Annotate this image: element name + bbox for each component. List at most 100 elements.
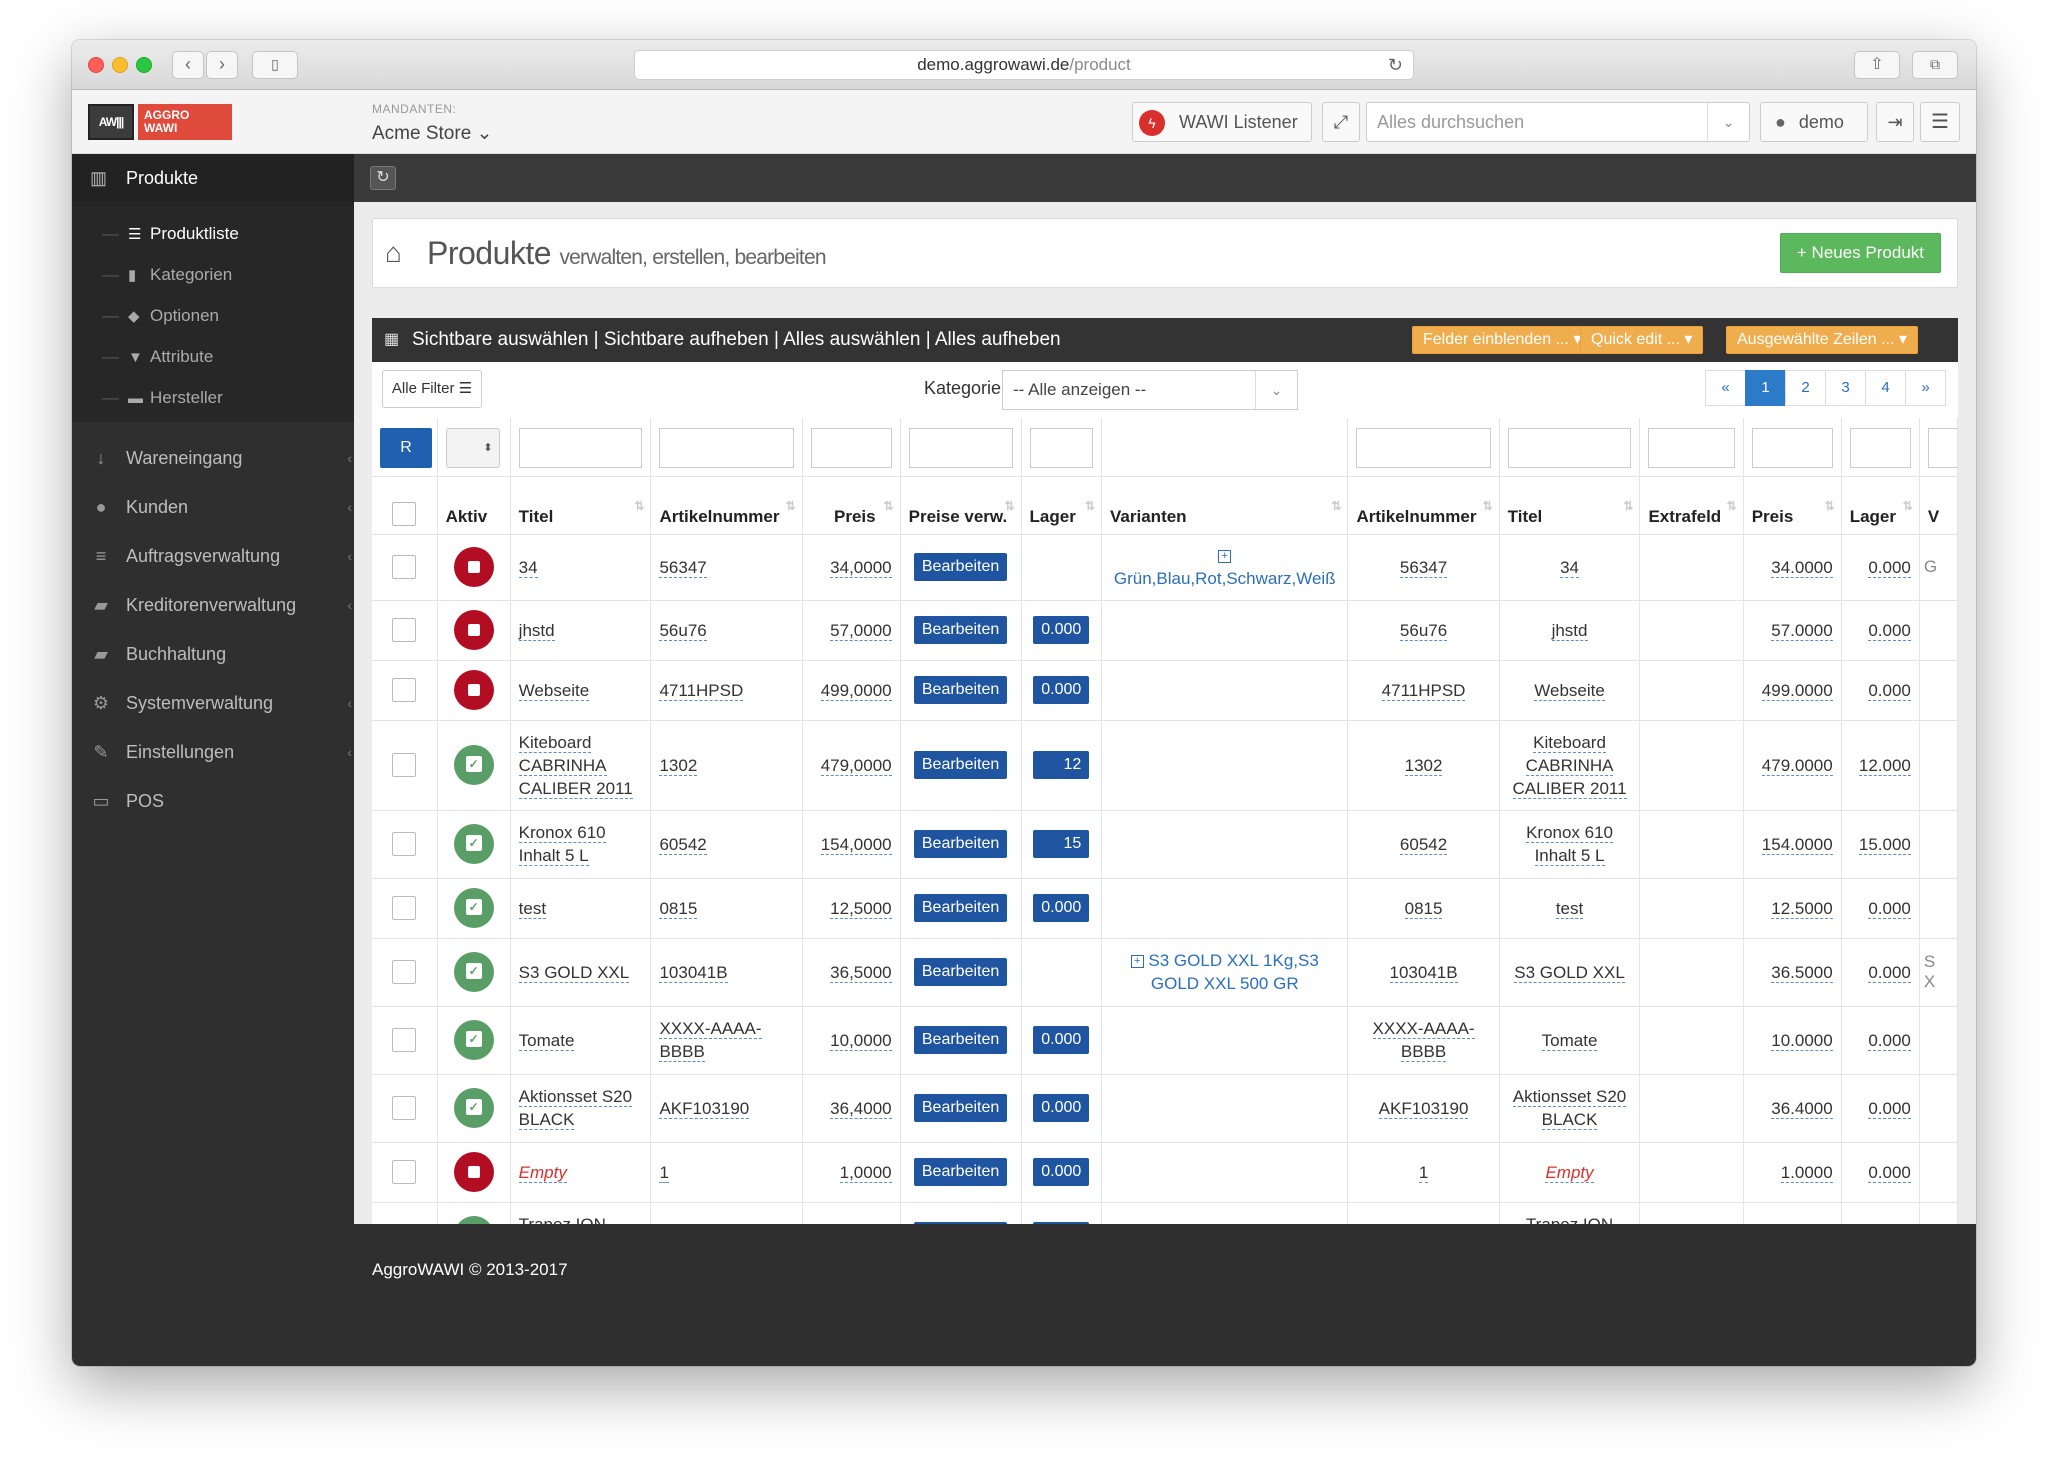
col-artikelnummer[interactable]: Artikelnummer ⇅ [650,476,803,535]
active-status-icon[interactable] [453,824,494,864]
title2-editable[interactable]: test [1555,898,1584,919]
title2-editable[interactable]: Webseite [1534,680,1605,701]
col-lager-2[interactable]: Lager ⇅ [1841,476,1920,535]
title2-editable[interactable]: 34 [1560,557,1579,578]
title-editable[interactable]: Empty [518,1162,567,1183]
sidebar-item-buchhaltung[interactable]: ▰ Buchhaltung [72,630,354,679]
active-status-icon[interactable] [453,745,494,785]
all-filters-button[interactable]: Alle Filter ☰ [382,370,482,408]
edit-prices-button[interactable]: Bearbeiten [913,1094,1008,1122]
back-icon[interactable]: ‹ [172,51,204,79]
stock-badge[interactable]: 0.000 [1033,616,1090,644]
titel2-filter-input[interactable] [1507,428,1632,468]
row-checkbox[interactable] [392,832,417,856]
stock2-editable[interactable]: 0.000 [1868,898,1911,919]
sidebar-subitem-hersteller[interactable]: — ▬ Hersteller [102,378,223,418]
sidebar-item-auftragsverwaltung[interactable]: ≡ Auftragsverwaltung ‹ [72,532,354,581]
row-checkbox[interactable] [392,960,417,984]
sku2-editable[interactable]: 103041B [1389,962,1458,983]
edit-prices-button[interactable]: Bearbeiten [913,894,1008,922]
stock-badge[interactable]: 0.000 [1033,1158,1090,1186]
share-icon[interactable]: ⇧ [1854,51,1900,79]
col-aktiv[interactable]: Aktiv [437,476,511,535]
price-editable[interactable]: 12,5000 [830,898,892,919]
sidebar-subitem-optionen[interactable]: — ◆ Optionen [102,296,219,336]
active-status-icon[interactable] [453,888,494,928]
stock2-editable[interactable]: 12.000 [1858,755,1911,776]
table-row[interactable]: jhstd 56u76 57,0000 Bearbeiten 0.000 56u76 jhs… [372,600,1958,661]
active-status-icon[interactable] [453,952,494,992]
title2-editable[interactable]: Kiteboard CABRINHA CALIBER 2011 [1512,732,1627,799]
sku-editable[interactable]: 1 [659,1162,669,1183]
fullscreen-icon[interactable]: ⤢ [1322,102,1360,142]
new-product-button[interactable]: + Neues Produkt [1779,233,1941,273]
price-editable[interactable]: 154,0000 [820,834,892,855]
page-3[interactable]: 3 [1825,370,1866,406]
col-artikelnummer-2[interactable]: Artikelnummer ⇅ [1347,476,1500,535]
title2-editable[interactable]: jhstd [1551,620,1588,641]
sidebar-item-produkte[interactable]: ▥ Produkte [72,154,354,202]
row-checkbox[interactable] [392,896,417,920]
sku-editable[interactable]: AKF103190 [659,1098,750,1119]
edit-prices-button[interactable]: Bearbeiten [913,830,1008,858]
logo[interactable]: AW||| AGGRO WAWI [88,104,232,140]
col-preise-verw[interactable]: Preise verw. ⇅ [900,476,1022,535]
price-editable[interactable]: 57,0000 [830,620,892,641]
stock-badge[interactable]: 0.000 [1033,1094,1090,1122]
stock-badge[interactable]: 0.000 [1033,1026,1090,1054]
price2-editable[interactable]: 154.0000 [1761,834,1833,855]
title-editable[interactable]: test [518,898,547,919]
price2-editable[interactable]: 479.0000 [1761,755,1833,776]
edit-prices-button[interactable]: Bearbeiten [913,958,1008,986]
edit-prices-button[interactable]: Bearbeiten [913,1158,1008,1186]
row-checkbox[interactable] [392,678,417,702]
col-titel-2[interactable]: Titel ⇅ [1499,476,1641,535]
inactive-status-icon[interactable] [453,610,494,650]
page-4[interactable]: 4 [1865,370,1906,406]
maximize-window-button[interactable] [136,57,152,73]
sku-editable[interactable]: 1302 [659,755,698,776]
title-editable[interactable]: jhstd [518,620,555,641]
tabs-icon[interactable]: ⧉ [1912,51,1958,79]
stock2-editable[interactable]: 0.000 [1868,620,1911,641]
sku2-editable[interactable]: 56347 [1399,557,1448,578]
col-v[interactable]: V [1919,476,1958,535]
reload-icon[interactable]: ↻ [1388,51,1403,79]
stock-badge[interactable]: 0.000 [1033,676,1090,704]
inactive-status-icon[interactable] [453,670,494,710]
reset-filters-button[interactable]: R [380,428,432,468]
sidebar-item-systemverwaltung[interactable]: ⚙ Systemverwaltung ‹ [72,679,354,728]
inactive-status-icon[interactable] [453,1152,494,1192]
active-status-icon[interactable] [453,1020,494,1060]
sidebar-item-einstellungen[interactable]: ✎ Einstellungen ‹ [72,728,354,777]
title-editable[interactable]: S3 GOLD XXL [518,962,630,983]
variants-link[interactable]: + S3 GOLD XXL 1Kg,S3 GOLD XXL 500 GR [1110,949,1339,995]
sidebar-item-pos[interactable]: ▭ POS [72,777,354,826]
page-next[interactable]: » [1905,370,1946,406]
edit-prices-button[interactable]: Bearbeiten [913,553,1008,581]
stock2-editable[interactable]: 0.000 [1868,557,1911,578]
edit-prices-button[interactable]: Bearbeiten [913,616,1008,644]
selection-links[interactable]: Sichtbare auswählen | Sichtbare aufheben… [412,318,1061,362]
page-prev[interactable]: « [1705,370,1746,406]
price2-editable[interactable]: 12.5000 [1771,898,1833,919]
price2-editable[interactable]: 36.4000 [1771,1098,1833,1119]
sku-editable[interactable]: 60542 [659,834,707,855]
title-editable[interactable]: 34 [518,557,538,578]
stock2-editable[interactable]: 0.000 [1868,1030,1911,1051]
sku-editable[interactable]: 56u76 [659,620,707,641]
sku2-editable[interactable]: 56u76 [1399,620,1448,641]
title-editable[interactable]: Kiteboard CABRINHA CALIBER 2011 [518,732,633,799]
sku2-editable[interactable]: XXXX-AAAA-BBBB [1372,1019,1475,1062]
quick-edit-button[interactable]: Quick edit ... ▾ [1580,326,1704,354]
title2-editable[interactable]: S3 GOLD XXL [1514,962,1625,983]
sku-editable[interactable]: 103041B [659,962,728,983]
title-editable[interactable]: Kronox 610 Inhalt 5 L [518,823,606,866]
sidebar-item-kunden[interactable]: ● Kunden ‹ [72,483,354,532]
title2-editable[interactable]: Empty [1545,1162,1594,1183]
stock-badge[interactable]: 12 [1033,751,1090,779]
titel-filter-input[interactable] [518,428,643,468]
v-filter-input[interactable] [1927,428,1957,468]
aktiv-filter-select[interactable]: ⬍ [445,428,500,468]
minimize-window-button[interactable] [112,57,128,73]
